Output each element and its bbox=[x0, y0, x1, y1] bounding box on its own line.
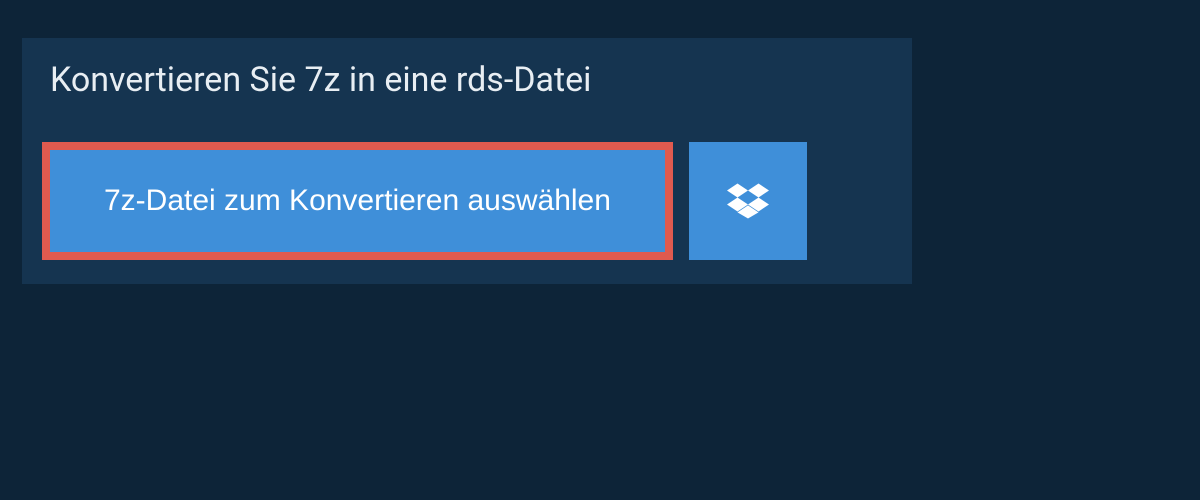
button-row: 7z-Datei zum Konvertieren auswählen bbox=[22, 124, 912, 284]
dropbox-button[interactable] bbox=[689, 142, 807, 260]
select-file-button[interactable]: 7z-Datei zum Konvertieren auswählen bbox=[50, 150, 665, 252]
dropbox-icon bbox=[727, 180, 769, 222]
select-file-label: 7z-Datei zum Konvertieren auswählen bbox=[104, 184, 611, 218]
highlight-frame: 7z-Datei zum Konvertieren auswählen bbox=[42, 142, 673, 260]
page-title: Konvertieren Sie 7z in eine rds-Datei bbox=[22, 38, 619, 124]
converter-panel: Konvertieren Sie 7z in eine rds-Datei 7z… bbox=[22, 38, 912, 284]
